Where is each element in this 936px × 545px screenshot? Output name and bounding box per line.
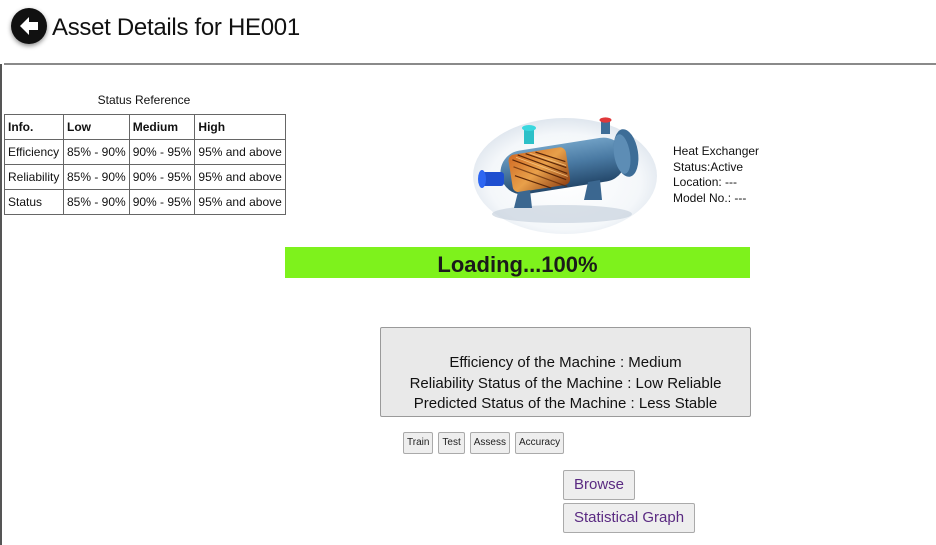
status-reference-caption: Status Reference: [97, 93, 191, 107]
loading-progress-bar: Loading...100%: [285, 247, 750, 278]
table-cell: 85% - 90%: [63, 139, 130, 165]
column-header: Medium: [128, 114, 196, 140]
column-header: High: [194, 114, 286, 140]
column-header: Low: [63, 114, 130, 140]
reliability-result: Reliability Status of the Machine : Low …: [409, 374, 722, 392]
table-header-row: Info. Low Medium High: [4, 114, 286, 140]
left-border: [0, 64, 2, 545]
table-cell: Reliability: [4, 164, 64, 190]
asset-model: Model No.: ---: [673, 190, 747, 205]
table-cell: Efficiency: [4, 139, 64, 165]
prediction-result-panel: Efficiency of the Machine : Medium Relia…: [380, 327, 751, 417]
table-cell: 85% - 90%: [63, 164, 130, 190]
efficiency-result: Efficiency of the Machine : Medium: [449, 354, 682, 371]
table-cell: 95% and above: [194, 139, 286, 165]
heat-exchanger-icon: [473, 117, 657, 234]
table-cell: 95% and above: [194, 164, 286, 190]
train-button[interactable]: Train: [403, 432, 434, 454]
back-button[interactable]: [11, 8, 47, 44]
table-cell: 90% - 95%: [128, 189, 196, 215]
page: Asset Details for HE001 Status Reference…: [0, 0, 936, 545]
table-row: Reliability 85% - 90% 90% - 95% 95% and …: [4, 164, 286, 190]
asset-status: Status:Active: [673, 159, 744, 174]
model-action-buttons: Train Test Assess Accuracy: [403, 432, 565, 454]
asset-location: Location: ---: [673, 175, 738, 189]
header-divider: [4, 63, 936, 65]
test-button[interactable]: Test: [438, 432, 465, 454]
status-reference-table: Info. Low Medium High Efficiency 85% - 9…: [4, 114, 286, 215]
accuracy-button[interactable]: Accuracy: [515, 432, 565, 454]
table-row: Efficiency 85% - 90% 90% - 95% 95% and a…: [4, 139, 286, 165]
table-cell: 95% and above: [194, 189, 286, 215]
table-cell: 90% - 95%: [128, 164, 196, 190]
asset-type: Heat Exchanger: [673, 144, 760, 158]
statistical-graph-button[interactable]: Statistical Graph: [563, 503, 696, 533]
table-cell: Status: [4, 189, 64, 215]
loading-text: Loading...100%: [437, 252, 598, 277]
predicted-status-result: Predicted Status of the Machine : Less S…: [413, 395, 718, 412]
arrow-left-icon: [20, 17, 38, 35]
table-row: Status 85% - 90% 90% - 95% 95% and above: [4, 189, 286, 215]
table-cell: 90% - 95%: [128, 139, 196, 165]
browse-button[interactable]: Browse: [563, 470, 636, 500]
column-header: Info.: [4, 114, 64, 140]
page-title: Asset Details for HE001: [52, 14, 300, 41]
asset-info: Heat Exchanger Status:Active Location: -…: [673, 144, 759, 206]
assess-button[interactable]: Assess: [469, 432, 510, 454]
table-cell: 85% - 90%: [63, 189, 130, 215]
